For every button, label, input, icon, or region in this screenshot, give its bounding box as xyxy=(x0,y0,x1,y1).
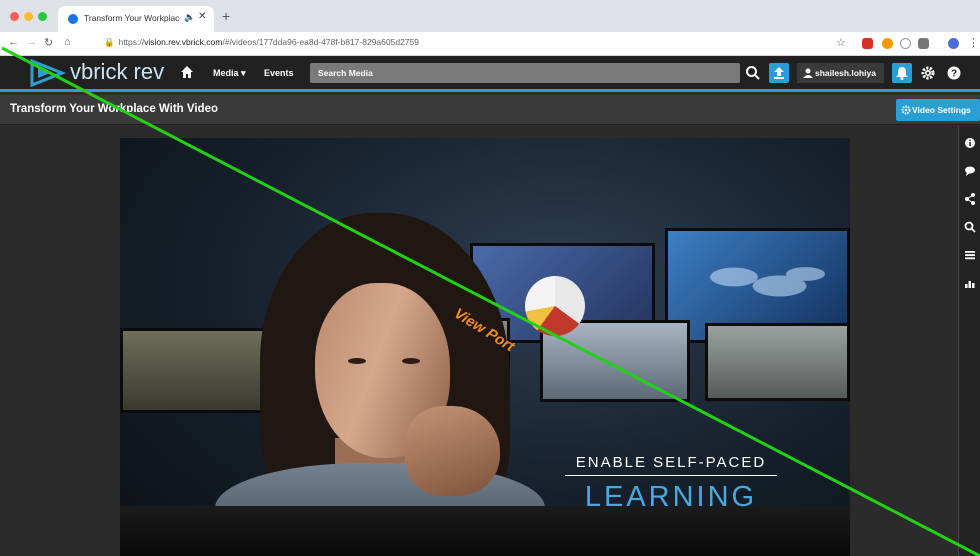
app-window: Transform Your Workplace With Video 🔉 ✕ … xyxy=(0,0,980,556)
viewport-annotation-line xyxy=(1,46,980,556)
